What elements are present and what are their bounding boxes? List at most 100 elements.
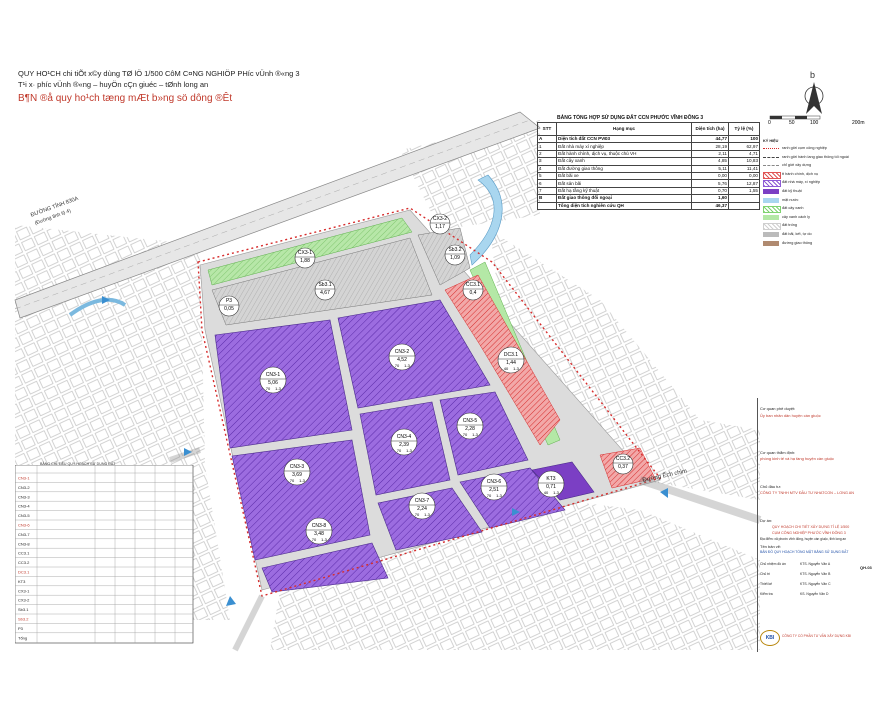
land-use-cell-area: 0,00	[691, 171, 729, 181]
legend-swatch	[763, 223, 781, 231]
sheet-number: QH-03	[860, 565, 872, 570]
land-use-cell-stt: 5	[537, 171, 557, 181]
zone-floors: 1-3	[404, 363, 411, 368]
scale-bar	[769, 115, 821, 120]
land-use-cell-pct	[728, 194, 760, 203]
land-use-cell-area: 5,11	[691, 164, 729, 173]
land-use-cell-item: Đất đường giao thông	[556, 164, 692, 173]
col-area: Diện tích (ha)	[691, 122, 729, 136]
land-use-cell-item: Đất bãi xe	[556, 171, 692, 181]
land-use-row: 4 Đất đường giao thông 5,11 11,41	[537, 164, 760, 173]
zone-label-sb3.1: Sb3.1 4,67	[314, 279, 336, 301]
legend-label: đất nhà máy, xí nghiệp	[782, 180, 821, 185]
zone-label-cc3.1: CC3.1 0,4	[462, 279, 484, 301]
land-use-row: 6 Đất sản bãi 5,76 12,87	[537, 179, 760, 188]
land-use-cell-pct: 4,71	[728, 149, 760, 159]
indicator-row-label: CC3.2	[18, 560, 30, 565]
zone-floors: 1-3	[496, 493, 503, 498]
scale-tick-200: 200m	[852, 120, 865, 126]
north-arrow: b	[804, 70, 824, 114]
zone-floors: 1-3	[424, 512, 431, 517]
land-use-row: Tổng diện tích nghiên cứu QH 46,37	[537, 201, 760, 210]
land-use-cell-area: 1,60	[691, 194, 729, 203]
zone-label-p3: P3 0,05	[218, 295, 240, 317]
indicator-row-label: CN3-3	[18, 494, 30, 499]
land-use-cell-stt: B	[537, 194, 557, 203]
land-use-row: 7 Đất hạ tầng kỹ thuật 0,70 1,55	[537, 186, 760, 196]
approver: Ủy ban nhân dân huyện cần giuộc	[760, 413, 821, 418]
legend-swatch	[763, 148, 779, 149]
scale-tick-100: 100	[810, 120, 819, 126]
zone-density: 70	[397, 448, 402, 453]
zone-id: CC3.2	[616, 456, 630, 462]
zone-label-dc3.1: DC3.11,4440 1-3	[497, 346, 525, 374]
legend-swatch	[763, 214, 779, 220]
approver-label: Cơ quan phê duyệt:	[760, 406, 796, 411]
zone-label-cn3-6: CN3-62,5170 1-3	[480, 473, 508, 501]
zone-label-kt3: KT30,7140 1-3	[537, 470, 565, 498]
land-use-table-caption: BẢNG TỔNG HỢP SỬ DỤNG ĐẤT CCN PHƯỚC VĨNH…	[557, 115, 704, 121]
staff-role: Chủ nhiệm đồ án	[760, 562, 786, 566]
indicator-row-label: CN3-5	[18, 513, 30, 518]
drawing-sheet: QUY HO¹CH chi tiÕt x©y dùng TØ lÖ 1/500 …	[0, 0, 888, 711]
legend-swatch	[763, 240, 779, 246]
indicator-row-label: CC3.1	[18, 551, 30, 556]
legend-heading: KÝ HIỆU	[763, 139, 779, 143]
land-use-row: 5 Đất bãi xe 0,00 0,00	[537, 171, 760, 181]
zone-id: CN3-6	[487, 479, 502, 485]
indicator-row-label: Sb3.2	[18, 617, 29, 622]
zone-label-sb3.2: Sb3.2 1,09	[444, 244, 466, 266]
zone-label-cn3-4: CN3-42,3970 1-3	[390, 428, 418, 456]
zone-id: CN3-4	[397, 434, 412, 440]
zone-density: 70	[415, 512, 420, 517]
col-item: Hạng mục	[556, 122, 692, 136]
indicator-table: CN3-1 CN3-2 CN3-3 CN3-4 CN3-5 CN3-6 CN3-7 CN3-8…	[15, 465, 194, 644]
land-use-cell-pct: 10,83	[728, 157, 760, 166]
indicator-row-label: CN3-8	[18, 541, 30, 546]
land-use-cell-stt: 1	[537, 142, 557, 151]
land-use-row: 1 Đất nhà máy xí nghiệp 28,19 62,97	[537, 142, 760, 151]
land-use-cell-area: 4,85	[691, 157, 729, 166]
project-location: Địa điểm: xã phước vĩnh đông, huyện cần …	[760, 537, 847, 541]
zone-area: 0,37	[618, 464, 628, 470]
col-pct: Tỷ lệ (%)	[728, 122, 760, 136]
land-use-cell-pct: 100	[728, 134, 760, 144]
land-use-cell-item: Đất sản bãi	[556, 179, 692, 188]
land-use-cell-pct: 11,41	[728, 164, 760, 173]
land-use-row: 2 Đất hành chính, dịch vụ, thuộc chủ VH 2,…	[537, 149, 760, 159]
zone-floors: 1-3	[406, 448, 413, 453]
land-use-cell-item: Đất giao thông đối ngoại	[556, 194, 692, 203]
land-use-cell-pct: 1,55	[728, 186, 760, 196]
staff-role: Kiểm tra	[760, 592, 773, 596]
zone-label-cc3.2: CC3.2 0,37	[612, 453, 634, 475]
legend-label: đất cây xanh	[782, 206, 804, 211]
land-use-cell-stt: 4	[537, 164, 557, 173]
land-use-cell-pct	[728, 201, 760, 210]
zone-area: 1,17	[435, 224, 445, 230]
zone-label-cn3-8: CN3-83,4870 1-3	[305, 517, 333, 545]
indicator-row-label: CX3-1	[18, 588, 30, 593]
zone-density: 70	[290, 478, 295, 483]
zone-id: Sb3.1	[318, 282, 331, 288]
legend-swatch	[763, 171, 781, 179]
zone-label-cn3-1: CN3-15,0670 1-3	[259, 366, 287, 394]
indicator-row-label: KT3	[18, 579, 26, 584]
zone-id: CN3-1	[266, 372, 281, 378]
zone-id: P3	[226, 298, 232, 304]
legend-swatch	[763, 232, 779, 237]
legend-label: ranh giới hành lang giao thông tối ngoài	[782, 154, 849, 159]
land-use-cell-stt: 3	[537, 157, 557, 166]
zone-floors: 1-3	[275, 386, 282, 391]
zone-id: CN3-3	[290, 464, 305, 470]
zone-density: 40	[504, 366, 509, 371]
zone-floors: 1-3	[513, 366, 520, 371]
project-name-2: CỤM CÔNG NGHIỆP PHƯỚC VĨNH ĐÔNG 3	[772, 531, 846, 535]
land-use-cell-item: Đất hành chính, dịch vụ, thuộc chủ VH	[556, 149, 692, 159]
legend-label: đường giao thông	[782, 240, 813, 245]
legend-label: cây xanh cách ly	[782, 214, 811, 219]
land-use-cell-pct: 62,97	[728, 142, 760, 151]
legend-swatch	[763, 180, 781, 188]
zone-floors: 1-3	[553, 490, 560, 495]
land-use-cell-stt: 6	[537, 179, 557, 188]
staff-name: KTS. Nguyễn Văn B	[800, 572, 831, 576]
